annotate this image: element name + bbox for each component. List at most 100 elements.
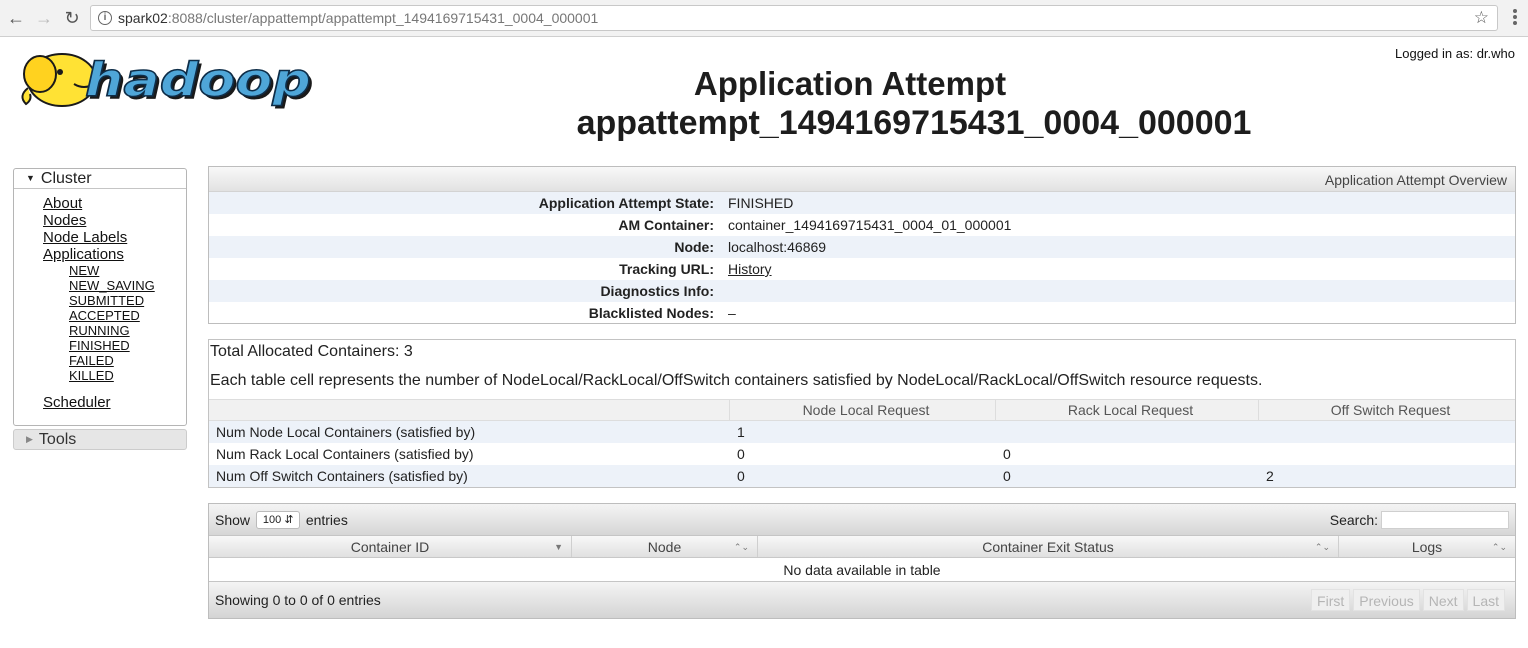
sidebar-state-submitted[interactable]: SUBMITTED xyxy=(69,293,186,308)
pager-first-button[interactable]: First xyxy=(1311,589,1351,611)
sidebar-tools-label: Tools xyxy=(38,431,77,448)
reload-icon[interactable]: ↻ xyxy=(62,8,82,28)
column-label: Container Exit Status xyxy=(982,539,1114,555)
column-label: Node xyxy=(647,539,682,555)
sidebar-item-nodes[interactable]: Nodes xyxy=(43,212,186,229)
locality-table-body: Num Node Local Containers (satisfied by)… xyxy=(209,421,1515,487)
sidebar-tools-header[interactable]: ▶ Tools xyxy=(13,429,187,450)
overview-heading: Application Attempt Overview xyxy=(209,167,1515,192)
overview-row: Application Attempt State: FINISHED xyxy=(209,192,1515,214)
column-exit-status[interactable]: Container Exit Status ⌃⌄ xyxy=(758,536,1339,557)
triangle-right-icon: ▶ xyxy=(26,434,33,444)
sidebar-state-new-saving[interactable]: NEW_SAVING xyxy=(69,278,186,293)
sort-both-icon: ⌃⌄ xyxy=(1314,542,1330,552)
search-label: Search: xyxy=(1329,512,1378,528)
locality-table: Node Local Request Rack Local Request Of… xyxy=(209,399,1515,487)
search-input[interactable] xyxy=(1381,511,1509,529)
table-cell xyxy=(996,421,1259,443)
attempt-overview-panel: Application Attempt Overview Application… xyxy=(208,166,1516,324)
url-host: spark02 xyxy=(118,10,168,26)
tracking-url-cell: History xyxy=(714,258,772,280)
table-cell: 1 xyxy=(737,424,745,440)
sidebar-links: About Nodes Node Labels Applications NEW… xyxy=(14,189,186,411)
table-cell: 0 xyxy=(1003,446,1011,462)
sort-both-icon: ⌃⌄ xyxy=(1491,542,1507,552)
page-length-control: Show 100 ⇵ entries xyxy=(215,511,348,530)
back-arrow-icon[interactable]: ← xyxy=(6,8,26,28)
blacklisted-nodes-value: – xyxy=(728,305,736,321)
table-cell: 0 xyxy=(737,468,745,484)
node-value: localhost:46869 xyxy=(728,239,827,255)
url-text: spark02:8088/cluster/appattempt/appattem… xyxy=(118,10,598,26)
sidebar-item-node-labels[interactable]: Node Labels xyxy=(43,229,186,246)
forward-arrow-icon[interactable]: → xyxy=(34,8,54,28)
browser-toolbar: ← → ↻ i spark02:8088/cluster/appattempt/… xyxy=(0,0,1528,37)
column-header: Rack Local Request xyxy=(996,400,1259,420)
sort-both-icon: ⌃⌄ xyxy=(733,542,749,552)
total-containers: Total Allocated Containers: 3 xyxy=(210,343,413,360)
column-header: Off Switch Request xyxy=(1330,402,1451,418)
column-node[interactable]: Node ⌃⌄ xyxy=(572,536,758,557)
column-logs[interactable]: Logs ⌃⌄ xyxy=(1339,536,1515,557)
page-title: Application Attempt xyxy=(693,65,1007,102)
select-arrows-icon: ⇵ xyxy=(284,514,294,527)
row-label: Num Node Local Containers (satisfied by) xyxy=(216,424,476,440)
sort-desc-icon: ▼ xyxy=(554,542,563,552)
sidebar-cluster-header[interactable]: ▼ Cluster xyxy=(14,169,186,189)
pager-next-button[interactable]: Next xyxy=(1422,589,1464,611)
page-length-value: 100 xyxy=(262,514,282,527)
browser-menu-icon[interactable] xyxy=(1508,8,1522,28)
table-row: Num Off Switch Containers (satisfied by)… xyxy=(209,465,1515,487)
attempt-state-value: FINISHED xyxy=(728,195,794,211)
sidebar-cluster-panel: ▼ Cluster About Nodes Node Labels Applica… xyxy=(13,168,187,426)
page-subtitle: appattempt_1494169715431_0004_000001 xyxy=(576,104,1252,142)
allocated-containers-panel: Total Allocated Containers: 3 Each table… xyxy=(208,339,1516,488)
sidebar-state-accepted[interactable]: ACCEPTED xyxy=(69,308,186,323)
sidebar-state-failed[interactable]: FAILED xyxy=(69,353,186,368)
sidebar-state-new[interactable]: NEW xyxy=(69,263,186,278)
overview-row: Tracking URL: History xyxy=(209,258,1515,280)
sidebar-item-scheduler[interactable]: Scheduler xyxy=(43,394,186,411)
table-cell xyxy=(1259,443,1515,465)
bookmark-star-icon[interactable]: ☆ xyxy=(1474,8,1489,28)
logged-in-user: Logged in as: dr.who xyxy=(1395,46,1515,61)
am-container-value: container_1494169715431_0004_01_000001 xyxy=(728,217,1012,233)
datatable-footer: Showing 0 to 0 of 0 entries First Previo… xyxy=(209,581,1515,618)
tracking-url-link[interactable]: History xyxy=(728,261,772,277)
sidebar-state-finished[interactable]: FINISHED xyxy=(69,338,186,353)
table-cell: 0 xyxy=(737,446,745,462)
entries-label: entries xyxy=(305,512,348,528)
overview-row: Node: localhost:46869 xyxy=(209,236,1515,258)
sidebar-state-killed[interactable]: KILLED xyxy=(69,368,186,383)
datatable-toolbar: Show 100 ⇵ entries Search: xyxy=(209,504,1515,536)
empty-table-message: No data available in table xyxy=(783,562,941,578)
overview-key: Blacklisted Nodes: xyxy=(588,305,714,321)
sidebar-app-states: NEW NEW_SAVING SUBMITTED ACCEPTED RUNNIN… xyxy=(43,263,186,383)
column-header: Node Local Request xyxy=(730,400,996,420)
overview-key: Tracking URL: xyxy=(619,261,714,277)
pager-last-button[interactable]: Last xyxy=(1466,589,1505,611)
table-row: Num Node Local Containers (satisfied by)… xyxy=(209,421,1515,443)
column-label: Container ID xyxy=(350,539,430,555)
column-container-id[interactable]: Container ID ▼ xyxy=(209,536,572,557)
entries-info: Showing 0 to 0 of 0 entries xyxy=(215,592,381,608)
page-length-select[interactable]: 100 ⇵ xyxy=(255,511,300,530)
pager-previous-button[interactable]: Previous xyxy=(1353,589,1420,611)
overview-row: Blacklisted Nodes: – xyxy=(209,302,1515,324)
sidebar-cluster-label: Cluster xyxy=(40,170,92,187)
address-bar[interactable]: i spark02:8088/cluster/appattempt/appatt… xyxy=(90,5,1498,31)
overview-row: AM Container: container_1494169715431_000… xyxy=(209,214,1515,236)
overview-key: AM Container: xyxy=(618,217,714,233)
datatable-header: Container ID ▼ Node ⌃⌄ Container Exit Stat… xyxy=(209,536,1515,558)
overview-key: Application Attempt State: xyxy=(538,195,714,211)
containers-datatable: Show 100 ⇵ entries Search: Container ID ▼… xyxy=(208,503,1516,619)
table-row: Num Rack Local Containers (satisfied by)… xyxy=(209,443,1515,465)
show-label: Show xyxy=(215,512,251,528)
table-cell xyxy=(1259,421,1515,443)
diagnostics-value xyxy=(714,280,728,302)
sidebar-state-running[interactable]: RUNNING xyxy=(69,323,186,338)
info-icon[interactable]: i xyxy=(98,11,112,25)
pagination: First Previous Next Last xyxy=(1308,589,1505,611)
sidebar-item-applications[interactable]: Applications xyxy=(43,246,186,263)
sidebar-item-about[interactable]: About xyxy=(43,195,186,212)
